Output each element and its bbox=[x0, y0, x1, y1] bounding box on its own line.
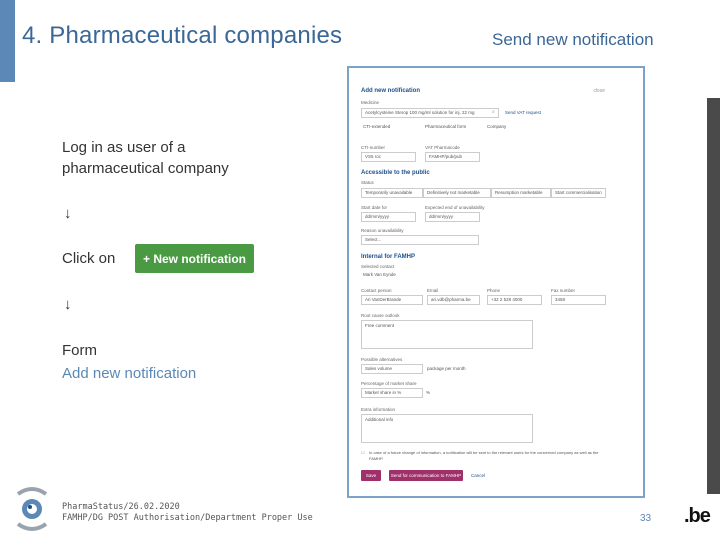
click-on-label: Click on bbox=[62, 250, 116, 267]
fax-label: Fax number bbox=[551, 288, 576, 293]
new-notification-button[interactable]: + New notification bbox=[135, 244, 254, 273]
step-login-text: Log in as user of a pharmaceutical compa… bbox=[62, 139, 229, 177]
vat-input[interactable]: FAMHP/pub/pub bbox=[425, 152, 480, 162]
save-button[interactable]: Save bbox=[361, 470, 381, 481]
start-date-label: Start date for bbox=[361, 205, 388, 210]
person-label: Contact person bbox=[361, 288, 392, 293]
vat-request-link[interactable]: Send VAT request bbox=[505, 110, 541, 115]
search-icon[interactable]: ⌕ bbox=[492, 109, 495, 115]
extra-info-textarea[interactable]: Additional info bbox=[361, 414, 533, 443]
cancel-link[interactable]: Cancel bbox=[471, 473, 485, 478]
vat-label: VAT Pharmacode bbox=[425, 145, 460, 150]
right-edge-strip bbox=[707, 98, 720, 494]
end-date-input[interactable]: dd/mm/yyyy bbox=[425, 212, 480, 222]
percent-unit: % bbox=[426, 390, 431, 395]
phone-input[interactable]: +32 2 528 4000 bbox=[487, 295, 542, 305]
sales-unit: package per month bbox=[427, 366, 466, 371]
be-logo: .be bbox=[684, 505, 711, 528]
end-date-label: Expected end of unavailability bbox=[425, 205, 485, 210]
email-input[interactable]: ari.vdb@pharma.be bbox=[427, 295, 480, 305]
fax-input[interactable]: 3458 bbox=[551, 295, 606, 305]
be-logo-text: .be bbox=[684, 505, 711, 527]
status-option[interactable]: Temporarily unavailable bbox=[361, 188, 423, 198]
add-new-notification-link[interactable]: Add new notification bbox=[62, 365, 196, 382]
down-arrow-icon: ↓ bbox=[64, 296, 72, 313]
cti-label: CTI-number bbox=[361, 145, 386, 150]
footer-text: PharmaStatus/26.02.2020 FAMHP/DG POST Au… bbox=[62, 502, 313, 524]
form-title: Add new notification bbox=[361, 88, 420, 94]
reason-select[interactable]: Select... bbox=[361, 235, 479, 245]
cti-input[interactable]: VS5 roc bbox=[361, 152, 416, 162]
page-number: 33 bbox=[640, 513, 652, 524]
status-option[interactable]: Start commercialisation bbox=[551, 188, 606, 198]
close-link[interactable]: close bbox=[593, 88, 605, 94]
checkbox[interactable]: ☐ bbox=[361, 450, 365, 455]
slide-subtitle: Send new notification bbox=[492, 30, 654, 49]
slide-title: 4. Pharmaceutical companies bbox=[22, 22, 343, 49]
form-screenshot: Add new notification close Medicine Acet… bbox=[347, 66, 645, 498]
footer-line: FAMHP/DG POST Authorisation/Department P… bbox=[62, 513, 313, 523]
contact-value: Mark Van Eynde bbox=[363, 272, 396, 277]
sales-volume-input[interactable]: Sales volume bbox=[361, 364, 423, 374]
internal-section-title: Internal for FAMHP bbox=[361, 254, 416, 260]
start-date-input[interactable]: dd/mm/yyyy bbox=[361, 212, 416, 222]
extra-info-label: Extra information bbox=[361, 407, 396, 412]
confirm-text: In case of a future change of informatio… bbox=[369, 450, 599, 461]
remarks-label: Root cause outlook bbox=[361, 313, 400, 318]
person-input[interactable]: Ari VanDerBrande bbox=[361, 295, 423, 305]
medicine-input[interactable]: Acetylcysteine Sterop 100 mg/ml solution… bbox=[361, 108, 499, 118]
email-label: Email bbox=[427, 288, 439, 293]
send-to-famhp-button[interactable]: Send for communication to FAMHP bbox=[389, 470, 463, 481]
public-section-title: Accessible to the public bbox=[361, 170, 430, 176]
status-option[interactable]: Resumption marketable bbox=[491, 188, 551, 198]
remarks-textarea[interactable]: Free comment bbox=[361, 320, 533, 349]
phone-label: Phone bbox=[487, 288, 501, 293]
accent-bar bbox=[0, 0, 15, 82]
footer-line: PharmaStatus/26.02.2020 bbox=[62, 502, 180, 512]
reason-label: Reason unavailability bbox=[361, 228, 404, 233]
form-label: Form bbox=[62, 342, 97, 359]
cti-extended-col: CTI-extended bbox=[363, 124, 391, 129]
company-col: Company bbox=[487, 124, 507, 129]
contact-label: Selected contact bbox=[361, 264, 395, 269]
alternatives-label: Possible alternatives bbox=[361, 357, 403, 362]
medicine-label: Medicine bbox=[361, 100, 380, 105]
status-label: Status bbox=[361, 180, 374, 185]
down-arrow-icon: ↓ bbox=[64, 205, 72, 222]
market-share-input[interactable]: Market share in % bbox=[361, 388, 423, 398]
market-share-label: Percentage of market share bbox=[361, 381, 417, 386]
famhp-logo-icon bbox=[16, 487, 48, 531]
status-option[interactable]: Definitively not marketable bbox=[423, 188, 491, 198]
pharma-form-col: Pharmaceutical form bbox=[425, 124, 467, 129]
